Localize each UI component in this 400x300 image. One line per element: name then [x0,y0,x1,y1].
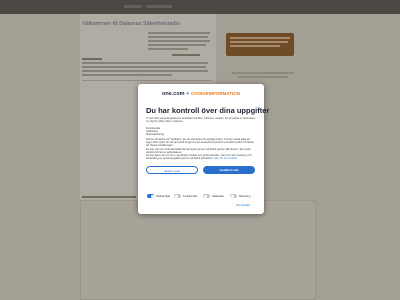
save-selection-button[interactable]: Spara urval [146,166,198,174]
purpose-item: Marknadsföring [146,133,164,137]
category-label: Funktionella [183,194,197,198]
brand-name: one.com [161,91,185,97]
dialog-title: Du har kontroll över dina uppgifter [146,106,270,115]
toggle-switch[interactable] [230,194,237,198]
category-label: Nödvändiga [156,194,170,198]
toggle-switch[interactable] [147,194,154,198]
show-details-link[interactable]: Visa detaljer [236,204,250,207]
privacy-text: Du kan läsa mer om hur vi använder cooki… [146,154,256,161]
accept-all-button[interactable]: Godkänn alla [203,166,255,174]
intro-text: Vi och våra samarbetspartners använder t… [146,117,256,124]
cookie-brand: COOKIEINFORMATION [190,91,241,96]
category-necessary[interactable]: Nödvändiga [147,193,170,199]
toggle-switch[interactable] [203,194,210,198]
category-marketing[interactable]: Marketing [230,193,250,199]
brand-plus: + [186,91,190,97]
category-functional[interactable]: Funktionella [174,193,197,199]
category-statistics[interactable]: Statistiska [203,193,224,199]
brand-logo: one.com + COOKIEINFORMATION [138,91,264,97]
category-label: Statistiska [212,194,224,198]
toggle-switch[interactable] [174,194,181,198]
privacy-link[interactable]: Läs mer om cookies [214,157,237,160]
purpose-list: Funktionella Statistiska Marknadsföring [146,127,256,137]
category-label: Marketing [239,194,251,198]
